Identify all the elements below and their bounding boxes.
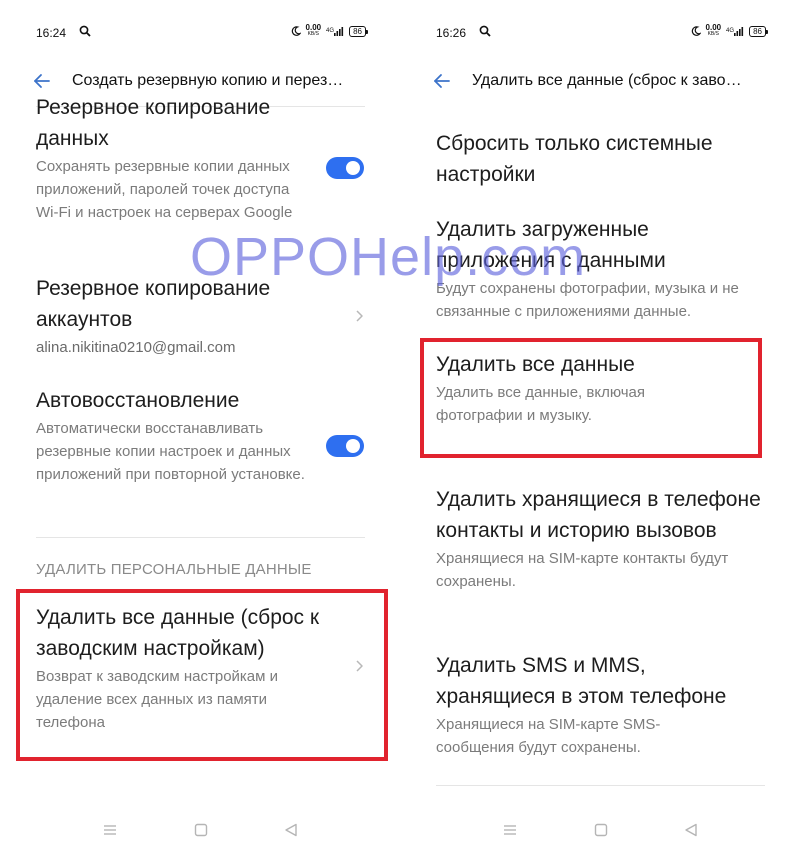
signal-icon: 4G [726,26,744,36]
navigation-bar [0,820,400,844]
status-bar: 16:26 0.00 KB/S 4G 86 [436,23,768,42]
arrow-left-icon[interactable] [432,71,452,91]
signal-icon: 4G [326,26,344,36]
status-icons: 0.00 KB/S 4G 86 [291,23,368,38]
item-title: Удалить все данные (сброс к заводским на… [36,606,320,660]
home-icon[interactable] [194,823,208,837]
section-header: УДАЛИТЬ ПЕРСОНАЛЬНЫЕ ДАННЫЕ [36,561,312,578]
item-subtitle: Хранящиеся на SIM-карте SMS-сообщения бу… [436,716,661,756]
network-speed: 0.00 KB/S [305,23,322,38]
account-email: alina.nikitina0210@gmail.com [36,339,236,356]
status-time: 16:26 [436,26,467,40]
factory-reset-item[interactable]: Удалить все данные (сброс к заводским на… [36,602,341,734]
auto-restore-toggle[interactable] [326,435,364,457]
arrow-left-icon[interactable] [32,71,52,91]
battery-indicator: 86 [349,25,368,37]
svg-text:4G: 4G [726,28,734,34]
item-title: Резервное копирование данных [36,96,271,150]
reset-system-settings-item[interactable]: Сбросить только системные настройки [436,128,756,190]
item-subtitle: Автоматически восстанавливать резервные … [36,420,305,483]
item-title: Удалить хранящиеся в телефоне контакты и… [436,488,761,542]
status-time: 16:24 [36,26,67,40]
chevron-right-icon [356,660,363,672]
status-icons: 0.00 KB/S 4G 86 [691,23,768,38]
battery-indicator: 86 [749,25,768,37]
backup-data-toggle[interactable] [326,157,364,179]
list-divider [436,785,765,786]
item-title: Резервное копирование аккаунтов [36,277,271,331]
back-triangle-icon[interactable] [684,823,698,837]
section-divider [36,537,365,538]
moon-icon [291,26,301,36]
backup-accounts-item[interactable]: Резервное копирование аккаунтов alina.ni… [36,273,311,358]
delete-sms-mms-item[interactable]: Удалить SMS и MMS, хранящиеся в этом тел… [436,650,766,759]
menu-icon[interactable] [503,823,517,837]
search-icon [79,25,91,37]
item-subtitle: Удалить все данные, включая фотографии и… [436,384,646,424]
backup-data-item[interactable]: Резервное копирование данных Сохранять р… [36,92,306,224]
back-triangle-icon[interactable] [284,823,298,837]
item-subtitle: Будут сохранены фотографии, музыка и не … [436,280,739,320]
auto-restore-item[interactable]: Автовосстановление Автоматически восстан… [36,385,308,486]
delete-apps-item[interactable]: Удалить загруженные приложения с данными… [436,214,756,323]
delete-all-data-item[interactable]: Удалить все данные Удалить все данные, в… [436,349,736,427]
menu-icon[interactable] [103,823,117,837]
delete-contacts-item[interactable]: Удалить хранящиеся в телефоне контакты и… [436,484,766,593]
item-title: Удалить загруженные приложения с данными [436,218,666,272]
page-title: Удалить все данные (сброс к заво… [472,72,742,89]
status-bar: 16:24 0.00 KB/S 4G 86 [36,23,368,42]
item-title: Удалить все данные [436,353,635,376]
search-icon [479,25,491,37]
moon-icon [691,26,701,36]
chevron-right-icon [356,310,363,322]
page-title: Создать резервную копию и перез… [72,72,344,89]
app-bar: Удалить все данные (сброс к заво… [430,66,780,96]
item-subtitle: Хранящиеся на SIM-карте контакты будут с… [436,550,729,590]
item-subtitle: Сохранять резервные копии данных приложе… [36,158,293,221]
item-subtitle: Возврат к заводским настройкам и удалени… [36,668,279,731]
network-speed: 0.00 KB/S [705,23,722,38]
home-icon[interactable] [594,823,608,837]
item-title: Удалить SMS и MMS, хранящиеся в этом тел… [436,654,727,708]
left-screen: 16:24 0.00 KB/S 4G 86 Создать резервную … [0,0,400,864]
svg-text:4G: 4G [326,28,334,34]
right-screen: 16:26 0.00 KB/S 4G 86 Удалить все данные… [400,0,800,864]
item-title: Сбросить только системные настройки [436,132,713,186]
item-title: Автовосстановление [36,389,240,412]
navigation-bar [400,820,800,844]
